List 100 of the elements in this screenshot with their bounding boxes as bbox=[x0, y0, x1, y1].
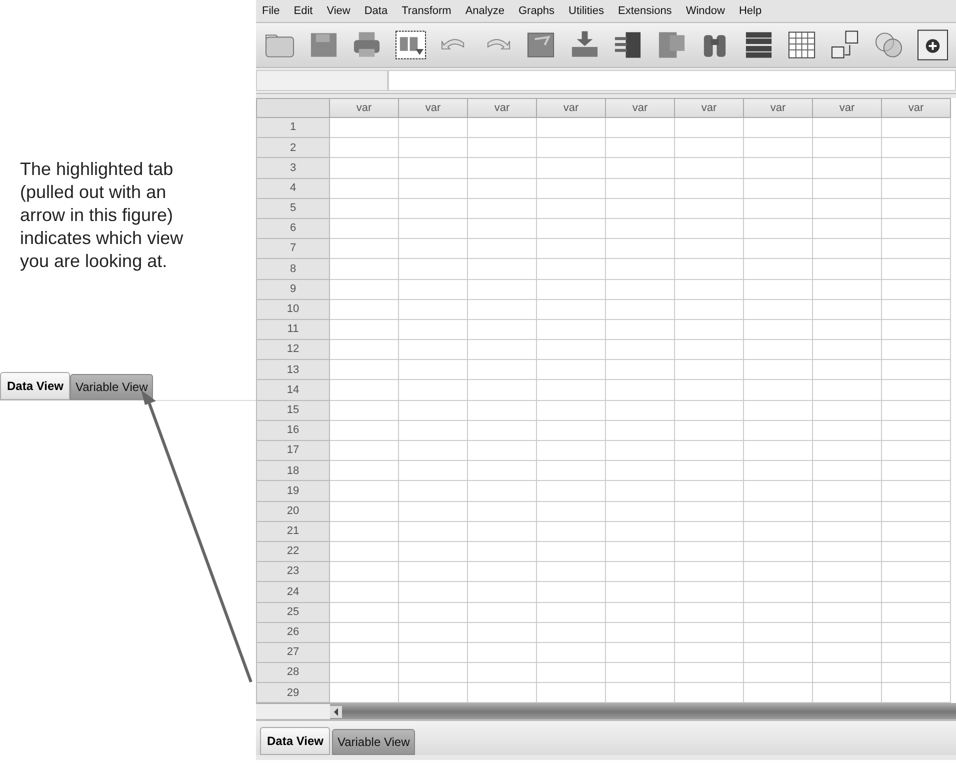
table-cell[interactable] bbox=[813, 178, 882, 199]
table-cell[interactable] bbox=[744, 158, 813, 179]
table-cell[interactable] bbox=[882, 481, 951, 502]
table-cell[interactable] bbox=[813, 380, 882, 401]
row-header[interactable]: 9 bbox=[256, 280, 330, 300]
table-cell[interactable] bbox=[744, 280, 813, 300]
table-cell[interactable] bbox=[675, 400, 744, 421]
row-header[interactable]: 14 bbox=[256, 380, 330, 401]
menu-item[interactable]: Graphs bbox=[514, 2, 559, 20]
table-cell[interactable] bbox=[744, 198, 813, 219]
table-cell[interactable] bbox=[882, 259, 951, 280]
table-cell[interactable] bbox=[813, 420, 882, 441]
table-cell[interactable] bbox=[330, 259, 399, 280]
table-cell[interactable] bbox=[399, 340, 468, 360]
table-cell[interactable] bbox=[813, 582, 882, 602]
row-header[interactable]: 1 bbox=[256, 118, 330, 138]
table-cell[interactable] bbox=[675, 198, 744, 219]
table-cell[interactable] bbox=[675, 239, 744, 260]
view-tab[interactable]: Data View bbox=[260, 727, 330, 756]
row-header[interactable]: 28 bbox=[256, 663, 330, 684]
table-cell[interactable] bbox=[537, 481, 606, 502]
table-cell[interactable] bbox=[606, 481, 675, 502]
table-cell[interactable] bbox=[744, 502, 813, 522]
table-cell[interactable] bbox=[606, 239, 675, 260]
table-cell[interactable] bbox=[468, 420, 537, 441]
table-cell[interactable] bbox=[330, 420, 399, 441]
table-cell[interactable] bbox=[399, 400, 468, 421]
table-cell[interactable] bbox=[675, 562, 744, 582]
table-cell[interactable] bbox=[813, 461, 882, 482]
row-header[interactable]: 11 bbox=[256, 320, 330, 340]
table-cell[interactable] bbox=[744, 582, 813, 602]
table-cell[interactable] bbox=[744, 118, 813, 138]
table-cell[interactable] bbox=[330, 642, 399, 664]
table-cell[interactable] bbox=[813, 360, 882, 380]
table-cell[interactable] bbox=[537, 562, 606, 582]
row-header[interactable]: 22 bbox=[256, 542, 330, 562]
table-cell[interactable] bbox=[606, 259, 675, 280]
table-cell[interactable] bbox=[675, 178, 744, 199]
table-cell[interactable] bbox=[675, 280, 744, 300]
table-cell[interactable] bbox=[399, 542, 468, 562]
row-header[interactable]: 29 bbox=[256, 683, 330, 704]
row-header[interactable]: 25 bbox=[256, 602, 330, 623]
table-cell[interactable] bbox=[537, 218, 606, 240]
table-cell[interactable] bbox=[537, 602, 606, 623]
table-cell[interactable] bbox=[606, 280, 675, 300]
table-cell[interactable] bbox=[468, 602, 537, 623]
table-cell[interactable] bbox=[606, 582, 675, 602]
row-header[interactable]: 4 bbox=[256, 178, 330, 199]
table-cell[interactable] bbox=[675, 522, 744, 542]
row-header[interactable]: 13 bbox=[256, 360, 330, 380]
table-cell[interactable] bbox=[882, 380, 951, 401]
table-cell[interactable] bbox=[537, 582, 606, 602]
table-cell[interactable] bbox=[882, 542, 951, 562]
table-cell[interactable] bbox=[537, 198, 606, 219]
table-cell[interactable] bbox=[537, 340, 606, 360]
table-cell[interactable] bbox=[882, 198, 951, 219]
table-cell[interactable] bbox=[813, 320, 882, 340]
cell-name-field[interactable] bbox=[256, 70, 388, 91]
table-cell[interactable] bbox=[813, 542, 882, 562]
table-cell[interactable] bbox=[606, 198, 675, 219]
table-cell[interactable] bbox=[399, 441, 468, 462]
table-cell[interactable] bbox=[882, 400, 951, 421]
table-cell[interactable] bbox=[882, 218, 951, 240]
table-cell[interactable] bbox=[744, 239, 813, 260]
table-cell[interactable] bbox=[468, 582, 537, 602]
column-header[interactable]: var bbox=[813, 98, 882, 118]
table-cell[interactable] bbox=[537, 400, 606, 421]
table-cell[interactable] bbox=[882, 420, 951, 441]
table-cell[interactable] bbox=[468, 441, 537, 462]
view-tab[interactable]: Variable View bbox=[332, 729, 415, 756]
table-cell[interactable] bbox=[882, 320, 951, 340]
table-cell[interactable] bbox=[882, 502, 951, 522]
table-cell[interactable] bbox=[813, 522, 882, 542]
column-header[interactable]: var bbox=[882, 98, 951, 118]
row-header[interactable]: 23 bbox=[256, 562, 330, 582]
table-cell[interactable] bbox=[606, 522, 675, 542]
table-cell[interactable] bbox=[813, 218, 882, 240]
table-cell[interactable] bbox=[606, 461, 675, 482]
row-header[interactable]: 5 bbox=[256, 198, 330, 219]
table-cell[interactable] bbox=[399, 320, 468, 340]
table-cell[interactable] bbox=[330, 360, 399, 380]
table-cell[interactable] bbox=[330, 320, 399, 340]
menu-item[interactable]: Edit bbox=[290, 2, 317, 20]
table-cell[interactable] bbox=[468, 562, 537, 582]
table-cell[interactable] bbox=[399, 502, 468, 522]
table-cell[interactable] bbox=[675, 340, 744, 360]
table-cell[interactable] bbox=[537, 138, 606, 158]
menu-item[interactable]: Utilities bbox=[564, 2, 608, 20]
table-cell[interactable] bbox=[330, 502, 399, 522]
table-cell[interactable] bbox=[330, 280, 399, 300]
table-cell[interactable] bbox=[330, 400, 399, 421]
table-cell[interactable] bbox=[606, 218, 675, 240]
table-cell[interactable] bbox=[606, 360, 675, 380]
menu-item[interactable]: Extensions bbox=[614, 2, 676, 20]
dialog-icon[interactable] bbox=[394, 29, 426, 61]
table-cell[interactable] bbox=[606, 602, 675, 623]
table-cell[interactable] bbox=[468, 542, 537, 562]
table-cell[interactable] bbox=[675, 118, 744, 138]
cell-value-field[interactable] bbox=[388, 70, 956, 91]
table-cell[interactable] bbox=[813, 158, 882, 179]
